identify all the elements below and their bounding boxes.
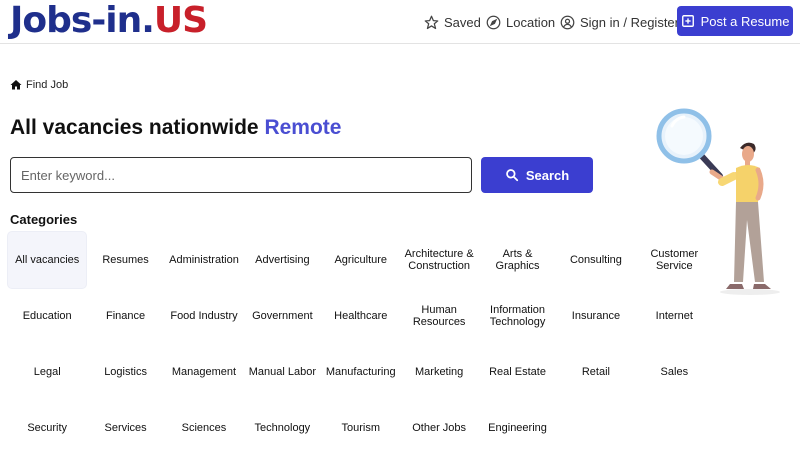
breadcrumb[interactable]: Find Job <box>10 79 68 91</box>
post-resume-label: Post a Resume <box>700 13 790 29</box>
search-button-label: Search <box>525 167 570 183</box>
search-input[interactable] <box>10 157 472 193</box>
category-item[interactable]: Government <box>243 288 321 344</box>
category-item[interactable]: Arts & Graphics <box>478 232 556 288</box>
plus-square-icon <box>681 15 694 27</box>
site-header: Jobs-in.US Saved Location Sign in / Regi… <box>0 0 800 44</box>
category-item[interactable]: Marketing <box>400 344 478 400</box>
location-link[interactable]: Location <box>486 12 555 32</box>
saved-label: Saved <box>444 14 481 30</box>
category-item[interactable]: Food Industry <box>165 288 243 344</box>
category-item[interactable]: Services <box>86 400 164 450</box>
category-item[interactable]: Information Technology <box>478 288 556 344</box>
home-icon <box>10 80 22 90</box>
category-item[interactable]: Resumes <box>86 232 164 288</box>
page-title: All vacancies nationwide Remote <box>10 116 341 140</box>
category-item[interactable]: Architecture & Construction <box>400 232 478 288</box>
category-item[interactable]: Engineering <box>478 400 556 450</box>
category-item[interactable]: Technology <box>243 400 321 450</box>
category-item[interactable]: Manufacturing <box>322 344 400 400</box>
breadcrumb-label: Find Job <box>26 79 69 91</box>
category-item[interactable]: Sales <box>635 344 713 400</box>
search-icon <box>505 169 518 182</box>
logo-text-us: US <box>153 0 208 41</box>
star-icon <box>424 15 439 29</box>
logo-text-main: Jobs-in. <box>10 0 155 41</box>
category-item[interactable]: Tourism <box>322 400 400 450</box>
categories-heading: Categories <box>10 212 78 227</box>
category-item[interactable]: Agriculture <box>322 232 400 288</box>
category-item[interactable]: Manual Labor <box>243 344 321 400</box>
category-item[interactable]: Real Estate <box>478 344 556 400</box>
user-circle-icon <box>560 15 575 29</box>
category-item[interactable]: Consulting <box>557 232 635 288</box>
category-item[interactable]: Human Resources <box>400 288 478 344</box>
category-item[interactable]: Security <box>8 400 86 450</box>
category-item[interactable]: Administration <box>165 232 243 288</box>
search-button[interactable]: Search <box>481 157 593 193</box>
post-resume-button[interactable]: Post a Resume <box>677 6 793 36</box>
category-item[interactable]: Legal <box>8 344 86 400</box>
categories-grid: All vacancies Resumes Administration Adv… <box>8 232 714 450</box>
page-title-accent: Remote <box>264 116 342 139</box>
category-item[interactable]: Education <box>8 288 86 344</box>
category-item[interactable]: Advertising <box>243 232 321 288</box>
category-item[interactable]: All vacancies <box>8 232 87 288</box>
category-item[interactable]: Finance <box>86 288 164 344</box>
saved-link[interactable]: Saved <box>424 12 481 32</box>
sign-in-label: Sign in / Register <box>580 14 679 30</box>
location-label: Location <box>506 14 556 30</box>
category-item[interactable]: Insurance <box>557 288 635 344</box>
compass-icon <box>486 15 501 29</box>
sign-in-link[interactable]: Sign in / Register <box>560 12 679 32</box>
category-item[interactable]: Management <box>165 344 243 400</box>
category-item[interactable]: Logistics <box>86 344 164 400</box>
category-item[interactable]: Other Jobs <box>400 400 478 450</box>
person-magnifier-illustration <box>656 108 780 295</box>
category-item[interactable]: Healthcare <box>322 288 400 344</box>
site-logo[interactable]: Jobs-in.US <box>10 0 208 41</box>
category-item[interactable]: Retail <box>557 344 635 400</box>
page-title-main: All vacancies nationwide <box>10 116 259 139</box>
category-item[interactable]: Sciences <box>165 400 243 450</box>
